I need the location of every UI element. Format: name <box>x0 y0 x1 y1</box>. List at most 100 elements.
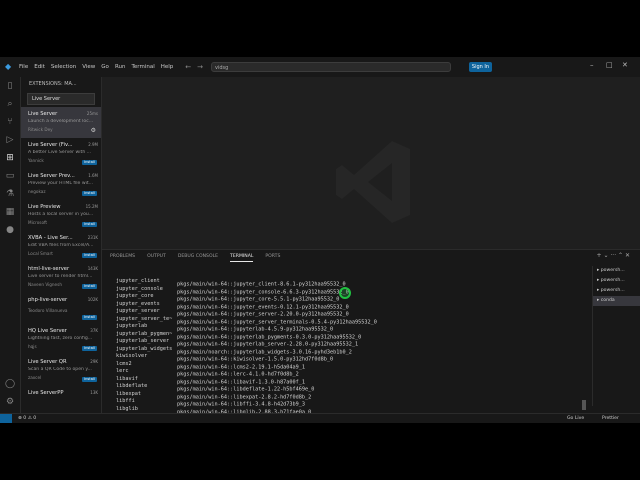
extension-description: Lightning fast, zero config... <box>28 336 93 341</box>
account-icon[interactable]: ◯ <box>5 379 15 389</box>
extensions-icon[interactable]: ⊞ <box>5 153 15 163</box>
docker-icon[interactable]: ▦ <box>5 207 15 217</box>
terminal-instance[interactable]: ▸ powersh... <box>593 276 640 286</box>
extension-item[interactable]: XVBA - Live Ser... 231K Edit VBA files fro… <box>21 231 101 262</box>
install-count: 15.2M <box>85 204 98 209</box>
menu-item[interactable]: Go <box>101 64 109 70</box>
extension-item[interactable]: HQ Live Server 37K Lightning fast, zero co… <box>21 324 101 355</box>
maximize-icon[interactable]: □ <box>606 61 613 69</box>
package-name: libffi <box>116 398 135 404</box>
vscode-window: ◆ File Edit Selection View Go Run Terminal Help… <box>0 57 640 423</box>
terminal-instance[interactable]: ▸ powersh... <box>593 266 640 276</box>
go-live-button[interactable]: Go Live <box>567 416 584 421</box>
remote-explorer-icon[interactable]: ▭ <box>5 171 15 181</box>
install-button[interactable]: Install <box>82 191 97 196</box>
package-name: jupyter_events <box>116 300 160 307</box>
terminal-row: libffipkgs/main/win-64::libffi-3.4.8-h42… <box>116 398 377 408</box>
terminal-row: jupyter_serverpkgs/main/win-64::jupyter_… <box>116 308 377 318</box>
vscode-watermark-icon <box>336 141 410 223</box>
package-name: jupyter_server_te~ <box>116 315 173 322</box>
source-control-icon[interactable]: ⑂ <box>5 117 15 127</box>
terminal-scrollbar[interactable] <box>582 400 586 410</box>
menu-item[interactable]: View <box>82 64 95 70</box>
install-button[interactable]: Install <box>82 377 97 382</box>
terminal-row: jupyterlab_widgetspkgs/main/noarch::jupy… <box>116 345 377 356</box>
extension-item[interactable]: Live Server QR 29K Scan a QR Code to open … <box>21 355 101 386</box>
panel-tab[interactable]: PORTS <box>265 254 280 259</box>
install-count: 143K <box>87 266 98 271</box>
close-icon[interactable]: ✕ <box>622 61 628 69</box>
install-count: 13K <box>90 390 98 395</box>
package-name: jupyterlab_widgets <box>116 345 173 352</box>
package-name: jupyterlab <box>116 323 148 329</box>
package-name: libexpat <box>116 390 141 397</box>
terminal-instance[interactable]: ▸ powersh... <box>593 286 640 296</box>
install-button[interactable]: Install <box>82 222 97 227</box>
command-center-search[interactable]: vidsg <box>211 62 451 72</box>
remote-indicator-icon[interactable] <box>0 414 12 423</box>
editor-area <box>102 77 640 249</box>
extension-description: Preview your HTML file wit... <box>28 181 94 186</box>
manage-gear-icon[interactable]: ⚙ <box>5 397 15 407</box>
menu-item[interactable]: Terminal <box>131 64 154 70</box>
sign-in-button[interactable]: Sign In <box>469 62 492 72</box>
extension-item[interactable]: Live Server (Fiv... 2.9M A better Live Ser… <box>21 138 101 169</box>
install-count: 29K <box>90 359 98 364</box>
package-name: jupyter_client <box>116 278 160 284</box>
extension-item[interactable]: Live ServerPP 13K <box>21 386 101 413</box>
package-name: jupyterlab_server <box>116 338 170 344</box>
package-name: lerc <box>116 368 129 374</box>
status-bar: ⊗ 0 ⚠ 0 Go Live Prettier <box>0 413 640 423</box>
panel-tab[interactable]: PROBLEMS <box>110 254 135 259</box>
python-icon[interactable]: ● <box>5 225 15 235</box>
terminal-row: jupyter_eventspkgs/main/win-64::jupyter_… <box>116 300 377 311</box>
title-bar: ◆ File Edit Selection View Go Run Terminal Help… <box>0 57 640 77</box>
panel-controls[interactable]: + ⌄ ··· ⌃ ✕ <box>597 252 630 259</box>
menu-item[interactable]: Selection <box>51 64 76 70</box>
extension-description: Scan a QR Code to open y... <box>28 367 92 372</box>
extension-item[interactable]: php-live-server 102K Teodoro Villanueva Ins… <box>21 293 101 324</box>
terminal-row: jupyterlab_serverpkgs/main/win-64::jupyt… <box>116 338 377 348</box>
install-count: 102K <box>87 297 98 302</box>
extension-item[interactable]: Live Server Prev... 1.6M Preview your HTML… <box>21 169 101 200</box>
terminal-row: jupyter_clientpkgs/main/win-64::jupyter_… <box>116 278 377 288</box>
terminal-row: lercpkgs/main/win-64::lerc-4.1.0-hd7f0d8… <box>116 368 377 378</box>
package-name: jupyterlab_pygmen~ <box>116 330 173 337</box>
install-button[interactable]: Install <box>82 160 97 165</box>
run-debug-icon[interactable]: ▷ <box>5 135 15 145</box>
back-arrow-icon[interactable]: ← <box>185 63 191 71</box>
extension-item[interactable]: Live Server 25ms Launch a development loc.… <box>21 107 101 138</box>
terminal-list: ▸ powersh... ▸ powersh... ▸ powersh... ▸ co… <box>592 266 640 406</box>
manage-gear-icon[interactable]: ⚙ <box>91 127 96 134</box>
terminal-output[interactable]: jupyter_clientpkgs/main/win-64::jupyter_… <box>116 278 377 423</box>
install-button[interactable]: Install <box>82 315 97 320</box>
menu-item[interactable]: Edit <box>34 64 45 70</box>
package-name: jupyter_console <box>116 285 163 292</box>
extension-description: Edit VBA files from Excel/A... <box>28 243 94 248</box>
panel-tab[interactable]: TERMINAL <box>230 254 254 262</box>
minimize-icon[interactable]: – <box>590 61 594 69</box>
menu-item[interactable]: Run <box>115 64 126 70</box>
panel-tab[interactable]: DEBUG CONSOLE <box>178 254 218 259</box>
prettier-button[interactable]: Prettier <box>602 416 619 421</box>
terminal-row: jupyter_corepkgs/main/win-64::jupyter_co… <box>116 293 377 303</box>
terminal-instance[interactable]: ▸ conda <box>593 296 640 306</box>
install-button[interactable]: Install <box>82 346 97 351</box>
panel-tab[interactable]: OUTPUT <box>147 254 166 259</box>
explorer-icon[interactable]: ▯ <box>5 81 15 91</box>
package-name: lcms2 <box>116 360 132 367</box>
forward-arrow-icon[interactable]: → <box>197 63 203 71</box>
extension-item[interactable]: html-live-server 143K Live server to rende… <box>21 262 101 293</box>
install-button[interactable]: Install <box>82 253 97 258</box>
install-button[interactable]: Install <box>82 284 97 289</box>
testing-icon[interactable]: ⚗ <box>5 189 15 199</box>
menu-item[interactable]: File <box>19 64 28 70</box>
package-name: kiwisolver <box>116 353 148 359</box>
problems-indicator[interactable]: ⊗ 0 ⚠ 0 <box>18 416 36 421</box>
extension-search-input[interactable]: Live Server <box>27 93 95 105</box>
menu-item[interactable]: Help <box>161 64 174 70</box>
search-icon[interactable]: ⌕ <box>5 99 15 109</box>
terminal-row: jupyter_consolepkgs/main/win-64::jupyter… <box>116 285 377 296</box>
extension-description: A better Live Server with ... <box>28 150 92 155</box>
extension-item[interactable]: Live Preview 15.2M Hosts a local server in… <box>21 200 101 231</box>
